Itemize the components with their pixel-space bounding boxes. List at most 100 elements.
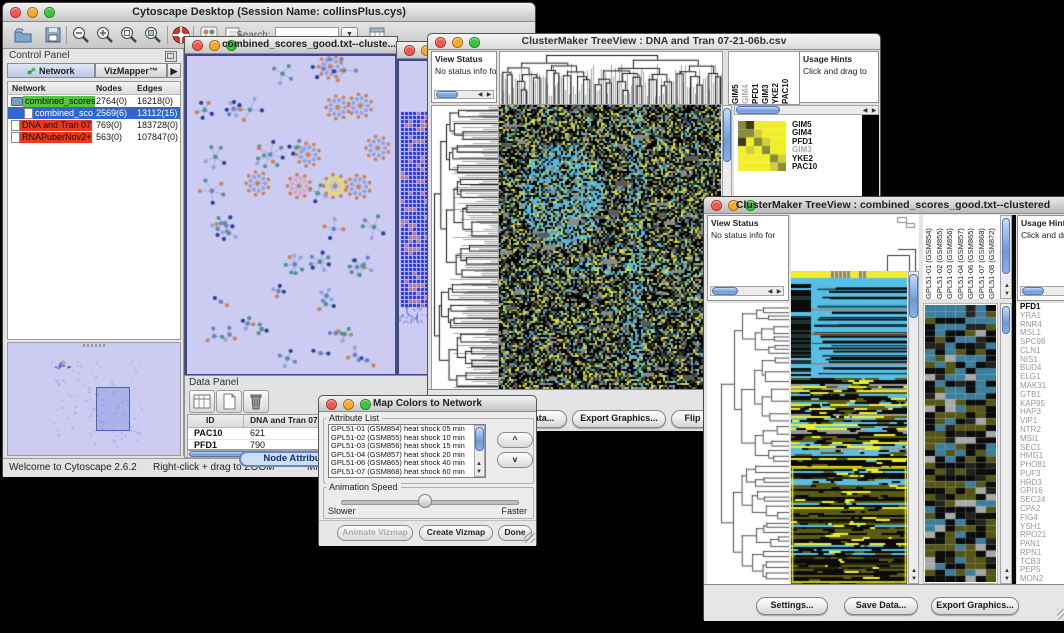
panel-divider [1012,215,1016,584]
attribute-item[interactable]: GPL51-07 (GSM868) heat shock 60 min [329,468,485,477]
float-panel-icon[interactable] [165,51,177,62]
scrollbar-thumb[interactable] [475,427,484,451]
tv2-gene-list[interactable]: PFD1YRA1RNR4MSL1SPC98CLN1NIS1BUD4ELG1MAK… [1017,303,1064,584]
tv1-column-labels: GIM5GIM4PFD1GIM3YKE2PAC10 [728,51,800,105]
dialog-titlebar: Map Colors to Network [319,396,536,412]
open-folder-icon[interactable] [13,25,33,45]
desktop: Cytoscape Desktop (Session Name: collins… [0,0,1064,633]
tv2-view-status-panel: View Status No status info for ◀▶ [707,215,789,301]
attribute-list-scrollbar[interactable]: ▲▼ [474,425,485,477]
export-graphics-button[interactable]: Export Graphics... [931,597,1019,615]
summary-gene-label: PAC10 [792,163,817,171]
tv2-row-dendrogram[interactable] [707,303,789,584]
attribute-table-icon[interactable] [189,390,215,413]
tv1-row-dendrogram[interactable] [431,105,499,391]
network-nodes: 563(0) [96,132,122,142]
network-row[interactable]: DNA and Tran 07769(0)183728(0) [8,119,180,131]
status-welcome: Welcome to Cytoscape 2.6.2 [9,462,137,473]
folder-icon [11,97,23,106]
scrollbar-thumb[interactable] [436,91,458,98]
network-canvas[interactable] [187,56,393,374]
save-data-button[interactable]: Save Data... [844,597,918,615]
tab-vizmapper[interactable]: VizMapper™ [95,63,167,78]
tv2-zoom-heatmap[interactable] [925,305,996,582]
attribute-list-label: Attribute List [326,413,382,423]
tv1-title: ClusterMaker TreeView : DNA and Tran 07-… [428,34,880,49]
tv2-heatmap-vscrollbar[interactable]: ▲▼ [908,271,919,584]
tv1-heatmap[interactable] [499,105,721,389]
delete-trash-icon[interactable] [243,390,269,413]
settings-button[interactable]: Settings... [756,597,828,615]
scrollbar-thumb[interactable] [1002,218,1010,274]
scrollbar-thumb[interactable] [723,108,731,162]
resize-grip[interactable] [524,532,535,543]
tv1-column-dendrogram[interactable] [499,51,723,105]
zoom-selected-icon[interactable] [143,25,163,45]
treeview-window-combined: ClusterMaker TreeView : combined_scores_… [703,196,1064,620]
tv2-title: ClusterMaker TreeView : combined_scores_… [704,197,1064,213]
tv1-usage-hints-panel: Usage Hints Click and drag to [799,51,879,103]
network-name: RNAPuberNov2+ [20,132,92,143]
close-icon[interactable] [404,45,415,56]
tab-overflow-arrow[interactable]: ▶ [167,63,181,78]
tab-network[interactable]: Network [7,63,95,78]
tv1-status-scrollbar[interactable]: ◀▶ [434,90,494,99]
scrollbar-thumb[interactable] [1022,287,1044,295]
tv2-status-scrollbar[interactable]: ◀▶ [710,286,784,296]
scrollbar-thumb[interactable] [1002,306,1010,334]
move-up-button[interactable]: ^ [497,432,533,448]
overview-selection-rect[interactable] [96,387,130,431]
create-vizmap-button[interactable]: Create Vizmap [419,525,493,541]
tv2-labels-vscrollbar[interactable]: ▲▼ [1000,215,1012,299]
resize-grip[interactable] [1057,609,1064,620]
new-attribute-icon[interactable] [216,390,242,413]
array-column-label: GPL51-01 (GSM854) [924,215,935,299]
network-edges: 183728(0) [137,120,178,130]
scrollbar-thumb[interactable] [736,106,780,114]
tv1-summary-hscrollbar[interactable]: ◀▶ [734,105,879,115]
export-graphics-button[interactable]: Export Graphics... [572,410,666,428]
doc-icon [11,120,20,131]
tv2-column-labels: GPL51-01 (GSM854)GPL51-02 (GSM855)GPL51-… [923,215,1000,299]
tv2-zoom-vscrollbar[interactable]: ▲▼ [1000,303,1012,584]
scrollbar-thumb[interactable] [909,274,918,318]
tv2-hints-scrollbar[interactable] [1020,286,1064,296]
tv2-usage-hints-panel: Usage Hints Click and drag to [1017,215,1064,301]
network-row[interactable]: RNAPuberNov2+563(0)107847(0) [8,131,180,143]
network-table-header: Network Nodes Edges [8,82,180,95]
gene-label[interactable]: MON2 [1017,575,1064,584]
gene-column-label: PFD1 [751,52,761,104]
zoom-out-icon[interactable] [71,25,91,45]
network-nodes: 2764(0) [96,96,127,106]
attribute-list[interactable]: GPL51-01 (GSM854) heat shock 05 minGPL51… [328,424,486,478]
tv2-zoom-panel [923,303,998,584]
zoom-in-icon[interactable] [95,25,115,45]
animate-vizmap-button[interactable]: Animate Vizmap [337,525,413,541]
network-row[interactable]: combined_scores2764(0)16218(0) [8,95,180,107]
tv2-heatmap[interactable] [791,271,907,584]
tv1-summary-matrix[interactable] [738,121,786,171]
tv2-column-dendrogram[interactable] [791,215,919,271]
gene-column-label: PAC10 [781,52,791,104]
network-overview-panel[interactable] [7,342,181,456]
gene-column-label: GIM3 [761,52,771,104]
minimize-icon[interactable] [209,40,220,51]
gene-column-label: GIM4 [741,52,751,104]
control-panel-tabs: Network VizMapper™ ▶ [7,63,181,79]
divider-grip[interactable] [83,344,105,347]
array-column-label: GPL51-08 (GSM872) [987,215,998,299]
scrollbar-thumb[interactable] [712,287,738,295]
tv1-view-status-panel: View Status No status info for ◀▶ [431,51,497,103]
tv2-titlebar: ClusterMaker TreeView : combined_scores_… [704,197,1064,214]
control-panel-title: Control Panel [9,50,70,61]
move-down-button[interactable]: v [497,452,533,468]
dialog-title: Map Colors to Network [319,396,536,411]
network-name: combined_sco [33,108,95,119]
tv1-titlebar: ClusterMaker TreeView : DNA and Tran 07-… [428,34,880,50]
speed-slider-thumb[interactable] [418,494,432,508]
network-row[interactable]: combined_sco2569(6)13112(15) [8,107,180,119]
save-icon[interactable] [43,25,63,45]
zoom-fit-icon[interactable] [119,25,139,45]
close-icon[interactable] [192,40,203,51]
overview-canvas[interactable] [10,349,178,453]
